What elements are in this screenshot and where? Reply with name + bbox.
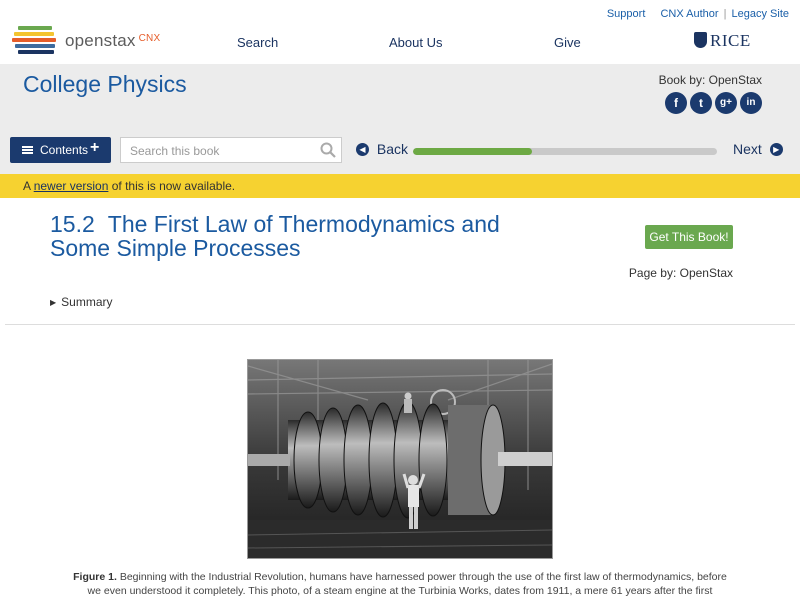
nav-search[interactable]: Search (237, 35, 278, 50)
logo-bars (12, 26, 58, 54)
summary-label: Summary (61, 295, 113, 309)
contents-label: Contents (40, 143, 89, 157)
utility-links: Support CNX Author | Legacy Site (607, 8, 789, 20)
chevron-right-icon: ▶ (769, 142, 783, 156)
notice-prefix: A (23, 179, 34, 193)
util-separator: | (723, 8, 727, 20)
steam-engine-illustration (248, 360, 552, 558)
logo-cnx: CNX (138, 33, 161, 44)
openstax-cnx-logo[interactable]: openstax CNX (12, 26, 182, 56)
cnx-author-link[interactable]: CNX Author (660, 8, 718, 20)
figure-caption: Figure 1. Beginning with the Industrial … (70, 570, 730, 598)
divider (5, 324, 795, 325)
newer-version-notice: A newer version of this is now available… (0, 174, 800, 198)
book-by: Book by: OpenStax (658, 73, 762, 87)
search-book-input[interactable]: Search this book (120, 137, 342, 163)
rice-label: RICE (710, 31, 751, 50)
section-number: 15.2 (50, 211, 95, 237)
nav-give[interactable]: Give (554, 35, 581, 50)
triangle-right-icon: ▶ (50, 298, 57, 307)
list-icon (22, 146, 33, 154)
steam-engine-photo (247, 359, 553, 559)
back-label: Back (376, 141, 409, 157)
page-by: Page by: OpenStax (628, 266, 733, 280)
chevron-left-icon: ◀ (356, 142, 369, 156)
nav-about-us[interactable]: About Us (389, 35, 442, 50)
logo-wordmark: openstax CNX (65, 31, 161, 50)
section-title: The First Law of Thermodynamics and Some… (50, 211, 500, 261)
next-button[interactable]: Next ▶ (733, 141, 783, 157)
contents-button[interactable]: Contents + (10, 137, 111, 163)
get-this-book-button[interactable]: Get This Book! (645, 225, 733, 249)
rice-logo[interactable]: RICE (694, 31, 754, 53)
book-header: College Physics Book by: OpenStax f t g+… (0, 64, 800, 174)
figure-caption-text: Beginning with the Industrial Revolution… (87, 571, 727, 597)
legacy-site-link[interactable]: Legacy Site (732, 8, 789, 20)
search-placeholder: Search this book (130, 144, 220, 158)
linkedin-icon[interactable]: in (740, 92, 762, 114)
summary-toggle[interactable]: ▶ Summary (50, 295, 113, 309)
page-title: 15.2 The First Law of Thermodynamics and … (50, 212, 510, 260)
google-plus-icon[interactable]: g+ (715, 92, 737, 114)
book-title: College Physics (23, 71, 187, 97)
newer-version-link[interactable]: newer version (34, 179, 109, 193)
book-progress-bar (413, 148, 717, 155)
twitter-icon[interactable]: t (690, 92, 712, 114)
figure-label: Figure 1. (73, 571, 117, 583)
notice-suffix: of this is now available. (108, 179, 236, 193)
plus-icon: + (90, 139, 100, 156)
search-icon[interactable] (320, 142, 336, 158)
back-button[interactable]: ◀ Back (356, 141, 408, 157)
next-label: Next (733, 141, 762, 157)
support-link[interactable]: Support (607, 8, 646, 20)
site-header: openstax CNX Support CNX Author | Legacy … (0, 0, 800, 64)
progress-fill (413, 148, 532, 155)
facebook-icon[interactable]: f (665, 92, 687, 114)
rice-shield-icon (694, 32, 707, 49)
